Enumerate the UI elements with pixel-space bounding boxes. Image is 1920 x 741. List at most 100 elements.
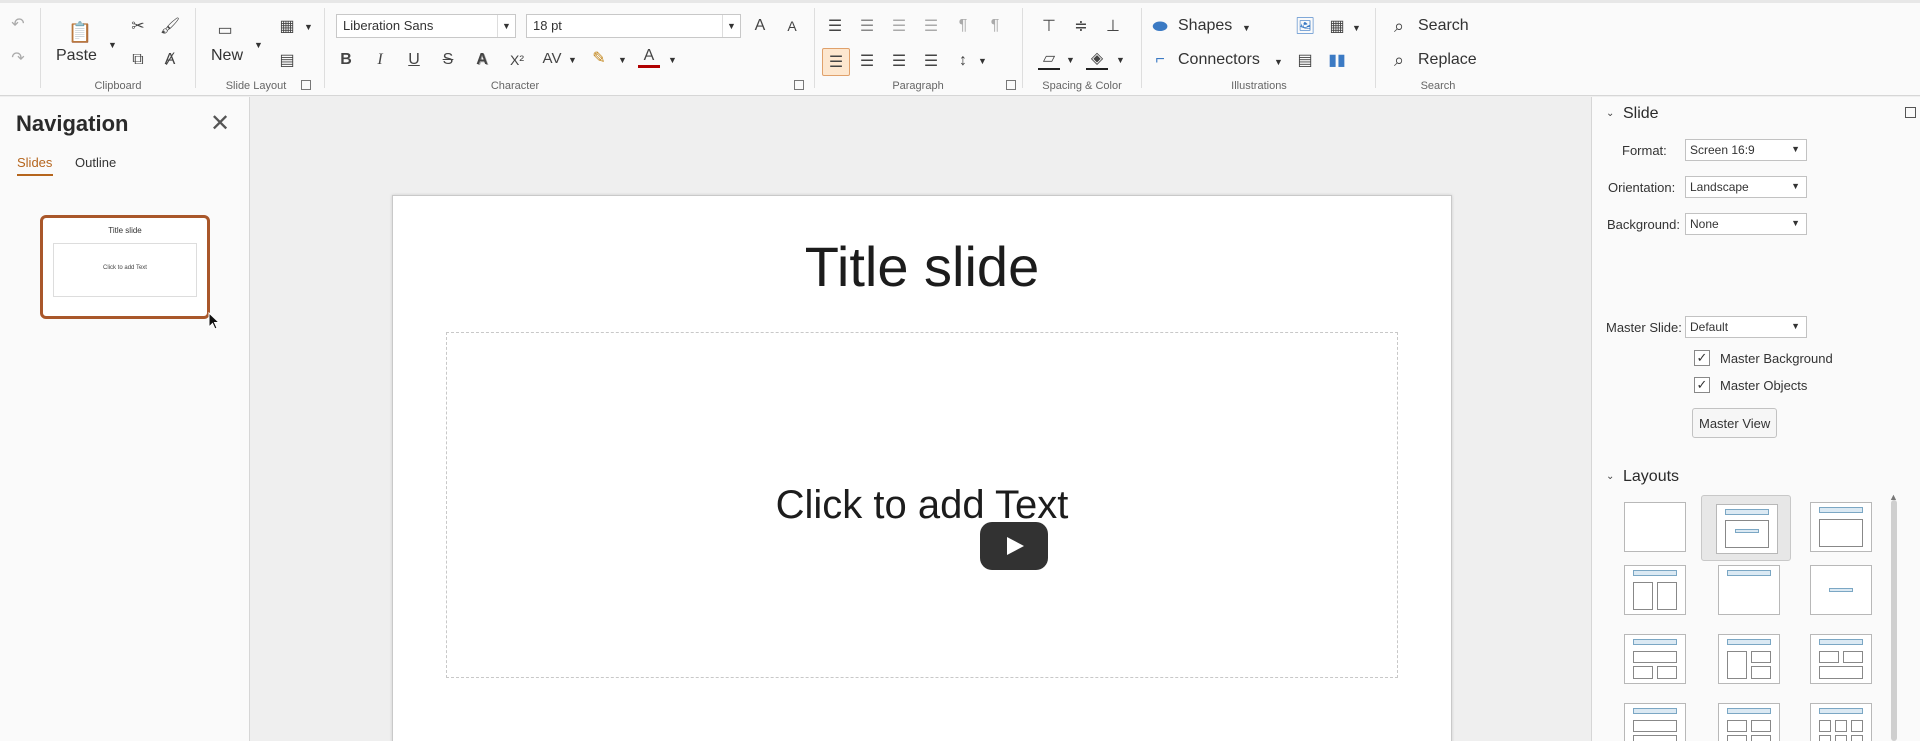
justify-icon[interactable]: ☰ <box>920 50 942 72</box>
slide-body-placeholder[interactable]: Click to add Text <box>446 332 1398 678</box>
line-color-icon[interactable]: ▱ <box>1038 48 1060 70</box>
master-objects-checkbox[interactable]: ✓ <box>1694 377 1710 393</box>
line-color-dropdown-icon[interactable]: ▼ <box>1066 55 1075 65</box>
fill-color-icon[interactable]: ◈ <box>1086 48 1108 70</box>
character-launcher-icon[interactable] <box>794 80 804 90</box>
layout-title-content-2content[interactable] <box>1718 634 1780 684</box>
shapes-dropdown-icon[interactable]: ▼ <box>1242 23 1251 33</box>
grow-font-icon[interactable]: A <box>750 16 770 36</box>
layout-title-content-selected[interactable] <box>1701 495 1791 561</box>
align-bottom-icon[interactable]: ⊥ <box>1102 16 1124 36</box>
chevron-down-icon[interactable]: ⌄ <box>1606 108 1614 119</box>
line-spacing-dropdown-icon[interactable]: ▼ <box>978 56 987 66</box>
layout-title-6content[interactable] <box>1810 703 1872 741</box>
shapes-button[interactable]: Shapes <box>1178 17 1232 35</box>
search-button[interactable]: Search <box>1418 17 1469 35</box>
layout-title-2content-over-content[interactable] <box>1810 634 1872 684</box>
italic-button[interactable]: I <box>370 50 390 70</box>
font-color-button[interactable]: A <box>638 46 660 68</box>
master-slide-select[interactable]: Default ▼ <box>1685 316 1807 338</box>
connectors-button[interactable]: Connectors <box>1178 51 1260 69</box>
search-icon[interactable]: ⌕ <box>1388 16 1410 36</box>
replace-button[interactable]: Replace <box>1418 51 1477 69</box>
bold-button[interactable]: B <box>336 50 356 70</box>
align-top-icon[interactable]: ⊤ <box>1038 16 1060 36</box>
clear-formatting-icon[interactable]: Ⱥ <box>160 50 180 70</box>
slide-thumbnail[interactable]: Title slide Click to add Text <box>40 215 210 319</box>
character-spacing-button[interactable]: AV <box>538 48 566 68</box>
paste-icon[interactable]: 📋 <box>68 20 93 44</box>
paste-dropdown-icon[interactable]: ▼ <box>108 40 117 50</box>
text-box-icon[interactable]: ▤ <box>1294 50 1316 70</box>
slide-title[interactable]: Title slide <box>393 234 1451 299</box>
tab-outline[interactable]: Outline <box>75 155 116 170</box>
highlight-dropdown-icon[interactable]: ▼ <box>618 55 627 65</box>
layout-title-content-over-content[interactable] <box>1624 703 1686 741</box>
slide-layout-dropdown-icon[interactable]: ▼ <box>304 22 313 32</box>
new-slide-button[interactable]: New <box>211 47 243 65</box>
insert-image-icon[interactable]: 🖼 <box>1294 16 1316 36</box>
numbering-icon[interactable]: ☰ <box>856 16 878 36</box>
master-background-checkbox[interactable]: ✓ <box>1694 350 1710 366</box>
superscript-button[interactable]: X² <box>506 50 528 70</box>
layouts-scrollbar[interactable] <box>1891 500 1897 741</box>
ltr-icon[interactable]: ¶ <box>952 16 974 36</box>
layout-title-2content-content[interactable] <box>1624 634 1686 684</box>
play-icon[interactable] <box>980 522 1048 570</box>
rtl-icon[interactable]: ¶ <box>984 16 1006 36</box>
layouts-section-title[interactable]: Layouts <box>1623 468 1679 486</box>
bullets-icon[interactable]: ☰ <box>824 16 846 36</box>
undo-icon[interactable]: ↶ <box>8 14 28 34</box>
align-middle-icon[interactable]: ≑ <box>1070 16 1092 36</box>
background-select[interactable]: None ▼ <box>1685 213 1807 235</box>
strikethrough-button[interactable]: S <box>438 50 458 70</box>
paste-button[interactable]: Paste <box>56 47 97 65</box>
chevron-down-icon[interactable]: ▼ <box>722 15 740 37</box>
redo-icon[interactable]: ↷ <box>8 48 28 68</box>
orientation-select[interactable]: Landscape ▼ <box>1685 176 1807 198</box>
slide-body-text[interactable]: Click to add Text <box>447 483 1397 528</box>
font-color-dropdown-icon[interactable]: ▼ <box>668 55 677 65</box>
font-size-combo[interactable]: 18 pt ▼ <box>526 14 741 38</box>
layout-title-4content[interactable] <box>1718 703 1780 741</box>
layout-title-content-2[interactable] <box>1810 502 1872 552</box>
character-spacing-dropdown-icon[interactable]: ▼ <box>568 55 577 65</box>
increase-indent-icon[interactable]: ☰ <box>888 16 910 36</box>
clone-formatting-icon[interactable]: 🖌 <box>160 16 180 36</box>
close-icon[interactable]: ✕ <box>210 109 230 138</box>
insert-table-dropdown-icon[interactable]: ▼ <box>1352 23 1361 33</box>
font-name-combo[interactable]: Liberation Sans ▼ <box>336 14 516 38</box>
shadow-button[interactable]: A <box>472 50 492 70</box>
new-slide-icon[interactable]: ▭ <box>212 18 238 42</box>
decrease-indent-icon[interactable]: ☰ <box>920 16 942 36</box>
master-view-button[interactable]: Master View <box>1692 408 1778 438</box>
shapes-icon[interactable]: ⬬ <box>1148 16 1172 36</box>
replace-icon[interactable]: ⌕ <box>1388 50 1410 70</box>
paragraph-launcher-icon[interactable] <box>1006 80 1016 90</box>
layout-centered-text[interactable] <box>1810 565 1872 615</box>
chevron-down-icon[interactable]: ▼ <box>497 15 515 37</box>
duplicate-slide-icon[interactable]: ▤ <box>276 50 298 70</box>
connectors-dropdown-icon[interactable]: ▼ <box>1274 57 1283 67</box>
format-select[interactable]: Screen 16:9 ▼ <box>1685 139 1807 161</box>
shrink-font-icon[interactable]: A <box>782 16 802 36</box>
insert-chart-icon[interactable]: ▮▮ <box>1326 50 1348 70</box>
layout-two-content[interactable] <box>1624 565 1686 615</box>
tab-slides[interactable]: Slides <box>17 155 52 170</box>
connectors-icon[interactable]: ⌐ <box>1148 50 1172 70</box>
fill-color-dropdown-icon[interactable]: ▼ <box>1116 55 1125 65</box>
chevron-down-icon[interactable]: ⌄ <box>1606 471 1614 482</box>
slide-section-title[interactable]: Slide <box>1623 105 1659 123</box>
layout-blank[interactable] <box>1624 502 1686 552</box>
underline-button[interactable]: U <box>404 50 424 70</box>
cut-icon[interactable]: ✂ <box>128 16 148 36</box>
line-spacing-icon[interactable]: ↕ <box>952 50 974 72</box>
slide[interactable]: Title slide Click to add Text <box>392 195 1452 741</box>
layout-title-only[interactable] <box>1718 565 1780 615</box>
align-center-icon[interactable]: ☰ <box>856 50 878 72</box>
sidebar-undock-icon[interactable] <box>1905 107 1916 118</box>
new-slide-dropdown-icon[interactable]: ▼ <box>254 40 263 50</box>
highlight-color-icon[interactable]: ✎ <box>588 48 610 68</box>
slide-layout-icon[interactable]: ▦ <box>276 16 298 36</box>
align-right-icon[interactable]: ☰ <box>888 50 910 72</box>
